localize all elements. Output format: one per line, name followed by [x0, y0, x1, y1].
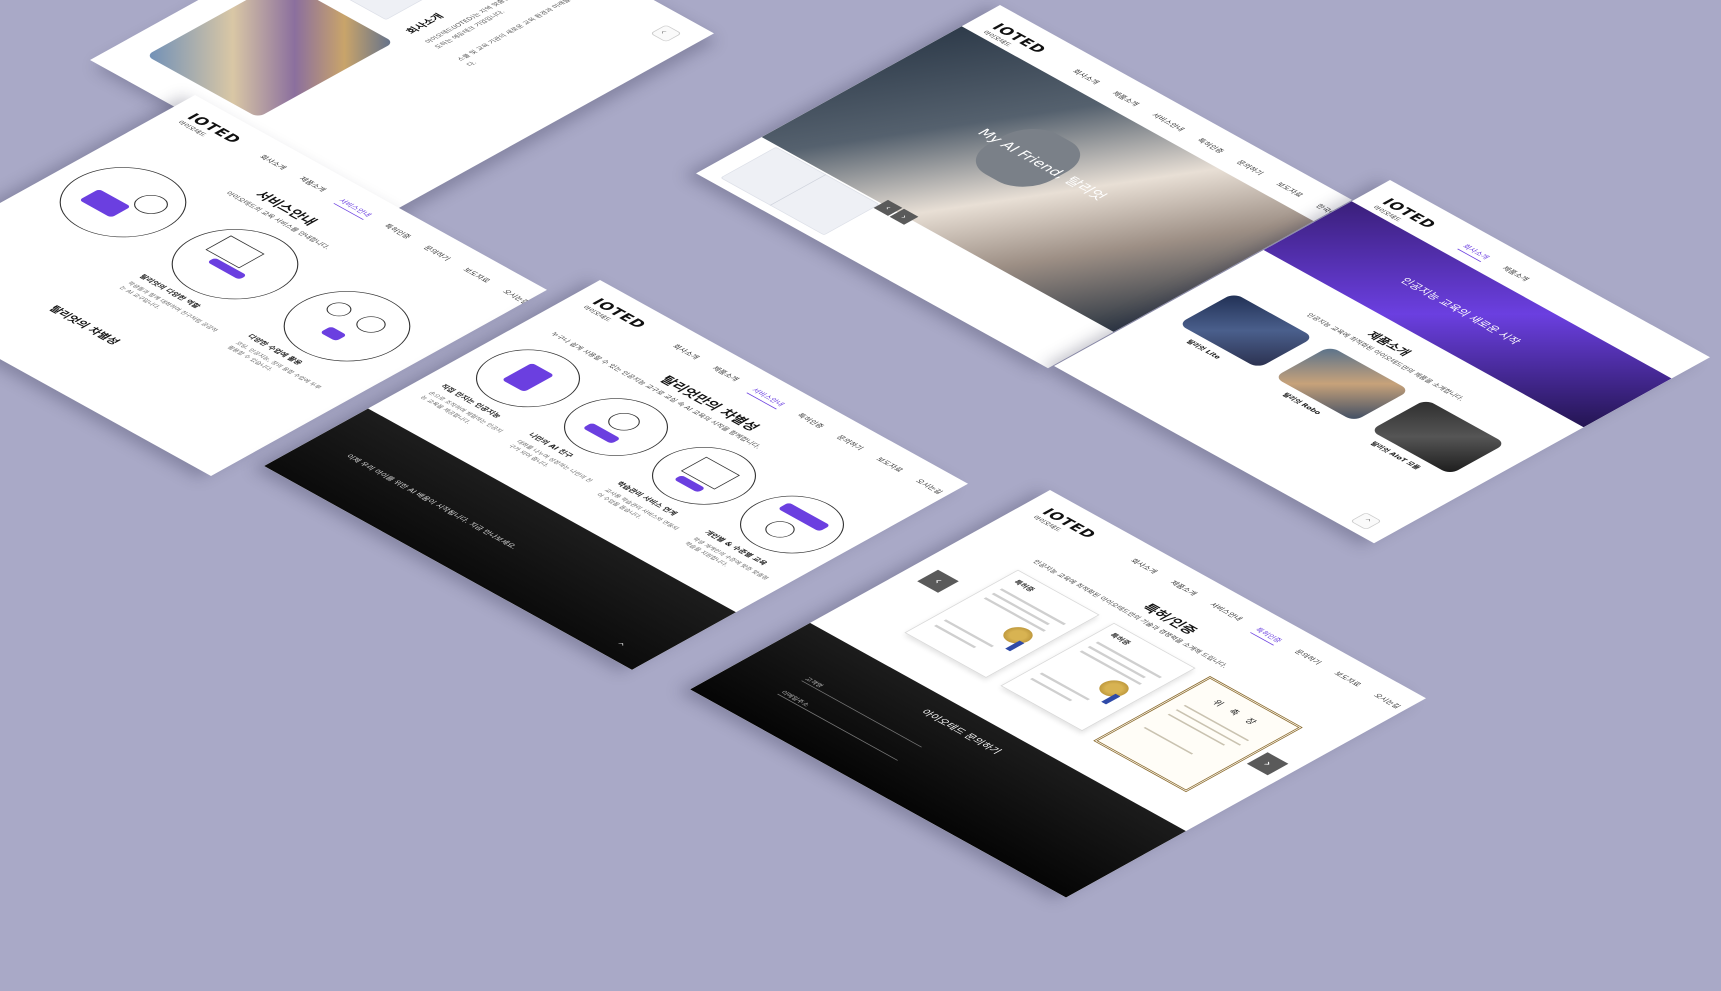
- nav-item-company[interactable]: 회사소개: [1070, 68, 1102, 86]
- nav-item-products[interactable]: 제품소개: [1165, 579, 1200, 598]
- logo: IOTED 아이오테드: [580, 296, 651, 335]
- nav-item-press[interactable]: 보도자료: [458, 266, 493, 285]
- patents-next-button[interactable]: ›: [1246, 752, 1289, 776]
- illustration-laptop: [33, 152, 213, 252]
- mockup-stage: 회사소개 아이오테드(IOTED)는 지역 맞춤형 AIoT 융합 교육을 선도…: [0, 0, 1721, 991]
- nav-item-patent[interactable]: 특허인증: [792, 412, 827, 431]
- nav-item-products[interactable]: 제품소개: [1109, 90, 1141, 108]
- nav-item-contact[interactable]: 문의하기: [418, 244, 453, 263]
- nav-item-press[interactable]: 보도자료: [1329, 670, 1364, 689]
- nav-item-location[interactable]: 오시는길: [910, 478, 945, 497]
- nav-item-patent[interactable]: 특허인증: [1249, 626, 1285, 646]
- nav-item-company[interactable]: 회사소개: [667, 343, 702, 362]
- nav-item-products[interactable]: 제품소개: [707, 365, 742, 384]
- nav-item-products[interactable]: 제품소개: [1497, 265, 1532, 284]
- scroll-top-button[interactable]: ^: [1350, 512, 1382, 530]
- logo: IOTED 아이오테드: [1030, 506, 1101, 545]
- nav-item-company[interactable]: 회사소개: [1457, 242, 1492, 263]
- nav-item-contact[interactable]: 문의하기: [1289, 648, 1324, 667]
- product-card-lite[interactable]: [1178, 292, 1314, 369]
- nav-item-service[interactable]: 서비스안내: [333, 197, 374, 220]
- patents-prev-button[interactable]: ‹: [917, 569, 959, 593]
- logo: IOTED 아이오테드: [175, 111, 246, 150]
- service-section-2-title: 탈리엇의 차별성: [46, 304, 123, 347]
- nav-item-company[interactable]: 회사소개: [254, 153, 289, 172]
- scroll-top-button[interactable]: ^: [650, 24, 682, 43]
- nav-item-service[interactable]: 서비스안내: [746, 386, 787, 410]
- certificate-title: 특허증: [1011, 579, 1037, 593]
- nav-item-press[interactable]: 보도자료: [871, 456, 906, 475]
- nav-item-location[interactable]: 오시는길: [497, 288, 532, 307]
- nav-item-contact[interactable]: 문의하기: [1234, 159, 1266, 177]
- nav-item-products[interactable]: 제품소개: [294, 175, 329, 194]
- nav-item-patent[interactable]: 특허인증: [1194, 137, 1226, 155]
- nav-item-service[interactable]: 서비스안내: [1149, 112, 1187, 133]
- nav-item-press[interactable]: 보도자료: [1273, 181, 1305, 199]
- language-selector[interactable]: 한국어: [950, 500, 968, 516]
- language-selector[interactable]: 한국어: [1408, 714, 1426, 730]
- nav-item-location[interactable]: 오시는길: [1368, 692, 1403, 711]
- nav-item-service[interactable]: 서비스안내: [1204, 601, 1245, 624]
- nav-item-company[interactable]: 회사소개: [1125, 557, 1160, 576]
- classroom-photo: [146, 0, 394, 118]
- certificate-title: 특허증: [1107, 632, 1133, 646]
- illustration-icons: [257, 276, 437, 376]
- product-card-aiot[interactable]: [1370, 399, 1506, 475]
- nav-item-patent[interactable]: 특허인증: [379, 222, 414, 241]
- nav-item-contact[interactable]: 문의하기: [831, 434, 866, 453]
